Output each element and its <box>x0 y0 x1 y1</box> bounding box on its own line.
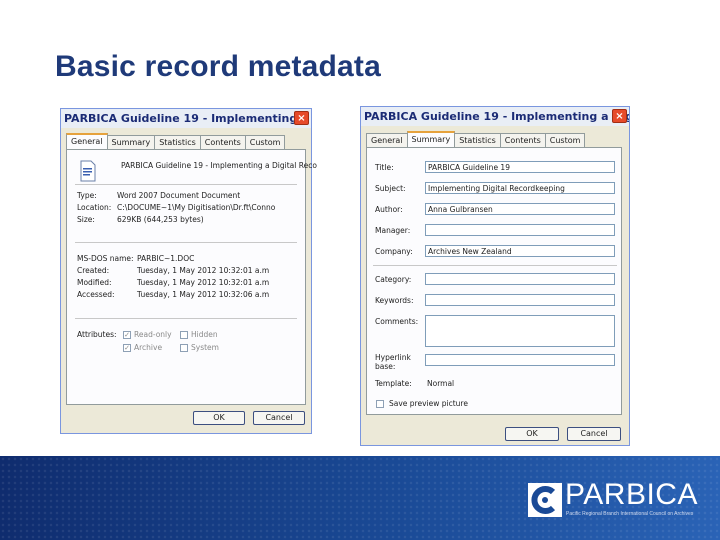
ok-button[interactable]: OK <box>193 411 245 425</box>
divider <box>75 184 297 185</box>
author-field[interactable]: Anna Gulbransen <box>425 203 615 215</box>
system-label: System <box>191 343 219 352</box>
readonly-checkbox[interactable]: ✓ <box>123 331 131 339</box>
company-label: Company: <box>375 247 413 256</box>
hyperlink-base-label: base: <box>375 362 396 371</box>
location-label: Location: <box>77 203 112 212</box>
dialog-titlebar[interactable]: PARBICA Guideline 19 - Implementing a Di… <box>61 109 311 128</box>
tab-custom[interactable]: Custom <box>544 133 586 148</box>
tab-strip: General Summary Statistics Contents Cust… <box>66 133 286 151</box>
properties-dialog-summary: PARBICA Guideline 19 - Implementing a Di… <box>360 106 630 446</box>
save-preview-checkbox[interactable] <box>376 400 384 408</box>
archive-label: Archive <box>134 343 163 352</box>
dialog-titlebar[interactable]: PARBICA Guideline 19 - Implementing a Di… <box>361 107 629 126</box>
hyperlink-base-field[interactable] <box>425 354 615 366</box>
parbica-logo-icon <box>528 483 562 517</box>
type-label: Type: <box>77 191 97 200</box>
msdos-name-value: PARBIC~1.DOC <box>137 254 195 263</box>
location-value: C:\DOCUME~1\My Digitisation\Dr.ft\Conno <box>117 203 276 212</box>
divider <box>373 265 617 266</box>
hidden-checkbox[interactable] <box>180 331 188 339</box>
template-label: Template: <box>375 379 412 388</box>
summary-panel: Title: PARBICA Guideline 19 Subject: Imp… <box>366 147 622 415</box>
manager-label: Manager: <box>375 226 411 235</box>
type-value: Word 2007 Document Document <box>117 191 241 200</box>
title-label: Title: <box>375 163 394 172</box>
accessed-value: Tuesday, 1 May 2012 10:32:06 a.m <box>137 290 270 299</box>
tab-general[interactable]: General <box>366 133 408 148</box>
size-label: Size: <box>77 215 95 224</box>
ok-button[interactable]: OK <box>505 427 559 441</box>
cancel-button[interactable]: Cancel <box>253 411 305 425</box>
keywords-field[interactable] <box>425 294 615 306</box>
company-field[interactable]: Archives New Zealand <box>425 245 615 257</box>
created-label: Created: <box>77 266 110 275</box>
title-field[interactable]: PARBICA Guideline 19 <box>425 161 615 173</box>
file-name: PARBICA Guideline 19 - Implementing a Di… <box>121 161 317 170</box>
category-label: Category: <box>375 275 412 284</box>
system-checkbox[interactable] <box>180 344 188 352</box>
msdos-name-label: MS-DOS name: <box>77 254 134 263</box>
cancel-button[interactable]: Cancel <box>567 427 621 441</box>
subject-field[interactable]: Implementing Digital Recordkeeping <box>425 182 615 194</box>
close-button[interactable]: × <box>612 109 627 123</box>
hidden-label: Hidden <box>191 330 218 339</box>
tab-statistics[interactable]: Statistics <box>454 133 501 148</box>
tab-contents[interactable]: Contents <box>199 135 246 150</box>
template-value: Normal <box>427 379 455 388</box>
tab-statistics[interactable]: Statistics <box>154 135 201 150</box>
save-preview-label: Save preview picture <box>389 399 468 408</box>
created-value: Tuesday, 1 May 2012 10:32:01 a.m <box>137 266 270 275</box>
parbica-logo-text: PARBICA <box>565 478 698 511</box>
comments-label: Comments: <box>375 317 419 326</box>
subject-label: Subject: <box>375 184 406 193</box>
tab-strip: General Summary Statistics Contents Cust… <box>366 131 586 149</box>
readonly-label: Read-only <box>134 330 172 339</box>
tab-contents[interactable]: Contents <box>499 133 546 148</box>
modified-value: Tuesday, 1 May 2012 10:32:01 a.m <box>137 278 270 287</box>
modified-label: Modified: <box>77 278 112 287</box>
close-button[interactable]: × <box>294 111 309 125</box>
parbica-logo-subtitle: Pacific Regional Branch International Co… <box>566 511 694 517</box>
keywords-label: Keywords: <box>375 296 414 305</box>
archive-checkbox[interactable]: ✓ <box>123 344 131 352</box>
divider <box>75 318 297 319</box>
dialog-title: PARBICA Guideline 19 - Implementing a Di… <box>364 110 629 123</box>
hyperlink-base-label: Hyperlink <box>375 353 411 362</box>
word-document-icon <box>80 160 96 182</box>
manager-field[interactable] <box>425 224 615 236</box>
author-label: Author: <box>375 205 403 214</box>
accessed-label: Accessed: <box>77 290 115 299</box>
properties-dialog-general: PARBICA Guideline 19 - Implementing a Di… <box>60 108 317 434</box>
general-panel: PARBICA Guideline 19 - Implementing a Di… <box>66 149 317 405</box>
dialog-title: PARBICA Guideline 19 - Implementing a Di… <box>64 112 311 125</box>
comments-field[interactable] <box>425 315 615 347</box>
slide-title: Basic record metadata <box>55 50 382 83</box>
tab-summary[interactable]: Summary <box>106 135 156 150</box>
tab-custom[interactable]: Custom <box>244 135 286 150</box>
size-value: 629KB (644,253 bytes) <box>117 215 204 224</box>
category-field[interactable] <box>425 273 615 285</box>
divider <box>75 242 297 243</box>
attributes-label: Attributes: <box>77 330 117 339</box>
